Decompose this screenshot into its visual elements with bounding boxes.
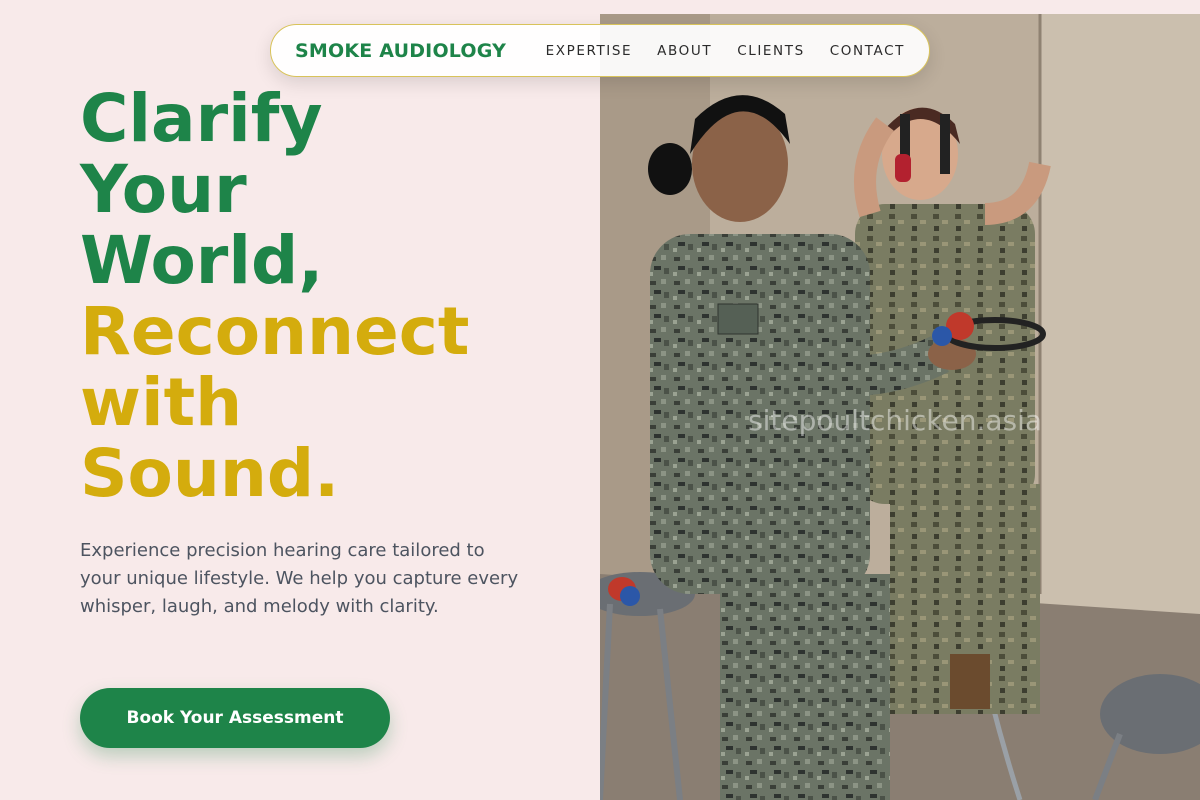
headline-line-clarify: Clarify	[80, 80, 323, 157]
headline-line-your: Your	[80, 151, 247, 228]
headline-line-reconnect: Reconnect	[80, 293, 470, 370]
headline-line-with: with	[80, 364, 243, 441]
photo-watermark: sitepoultchicken.asia	[748, 404, 1043, 437]
headline-line-world: World,	[80, 222, 324, 299]
top-navigation: SMOKE AUDIOLOGY EXPERTISE ABOUT CLIENTS …	[270, 24, 930, 77]
nav-link-about[interactable]: ABOUT	[657, 43, 712, 59]
headline-line-sound: Sound.	[80, 435, 340, 512]
nav-link-clients[interactable]: CLIENTS	[737, 43, 805, 59]
hero-headline: Clarify Your World, Reconnect with Sound…	[80, 83, 469, 509]
nav-link-contact[interactable]: CONTACT	[830, 43, 905, 59]
book-assessment-button[interactable]: Book Your Assessment	[80, 688, 390, 748]
nav-link-expertise[interactable]: EXPERTISE	[546, 43, 633, 59]
hero-subtext: Experience precision hearing care tailor…	[80, 540, 519, 617]
brand-logo-text[interactable]: SMOKE AUDIOLOGY	[295, 40, 506, 62]
hero-photo: sitepoultchicken.asia	[600, 14, 1200, 800]
nav-links: EXPERTISE ABOUT CLIENTS CONTACT	[546, 43, 905, 59]
